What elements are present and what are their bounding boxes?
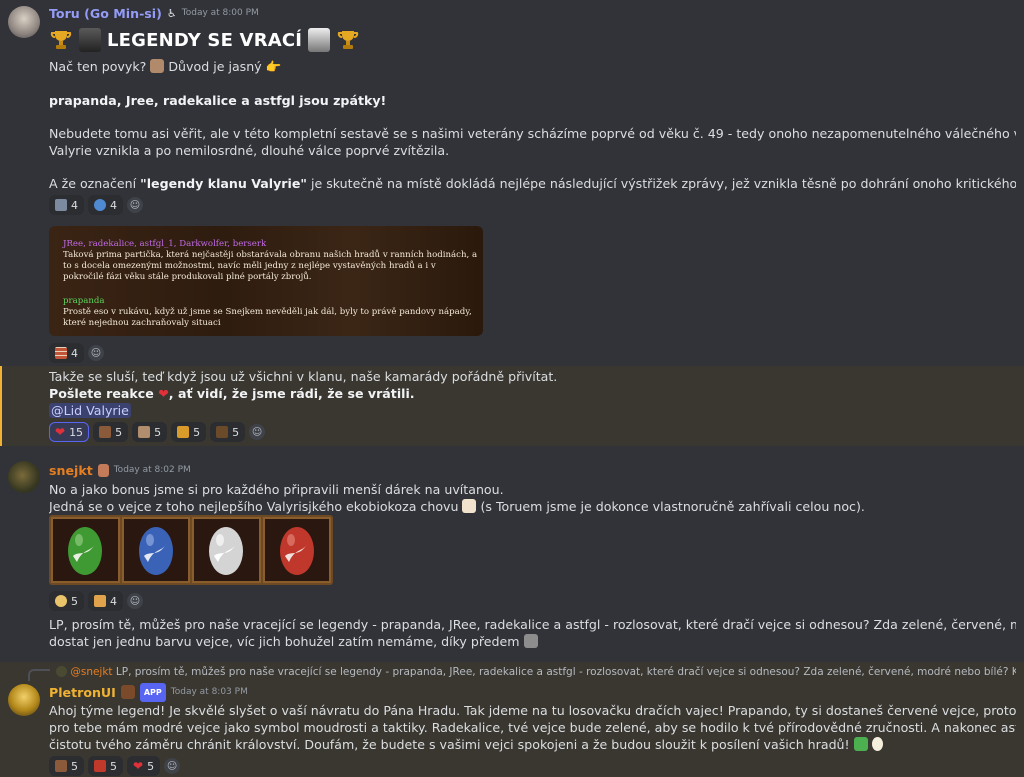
reply-avatar-icon <box>56 666 67 677</box>
portrait2-emoji-icon <box>308 28 331 52</box>
reply-connector <box>28 669 50 681</box>
paragraph-line: Jedná se o vejce z toho nejlepšího Valyr… <box>49 499 865 514</box>
trophy-icon <box>336 28 360 52</box>
avatar-pletronui[interactable] <box>8 684 40 716</box>
paragraph-line: pro tebe mám modré vejce jako symbol mou… <box>49 720 1016 735</box>
reaction-heart[interactable]: ❤ 15 <box>49 422 90 442</box>
title-text: LEGENDY SE VRACÍ <box>107 29 303 51</box>
warrior-emoji-icon <box>99 426 112 438</box>
green-egg-icon <box>68 527 103 575</box>
bot-avatar-icon <box>120 685 135 699</box>
add-reaction-button[interactable]: ☺ <box>127 593 143 609</box>
message-toru: Toru (Go Min-si) ♿ Today at 8:00 PM LEGE… <box>0 0 1024 366</box>
reaction-knight[interactable]: 5 <box>210 422 246 442</box>
pointing-hand-icon: 👉 <box>265 59 282 74</box>
white-egg-icon <box>209 527 244 575</box>
reaction-heart[interactable]: ❤ 5 <box>127 756 161 776</box>
message-header: Toru (Go Min-si) ♿ Today at 8:00 PM <box>49 3 1016 23</box>
message-pletronui: @snejkt LP, prosím tě, můžeš pro naše vr… <box>0 662 1024 777</box>
avatar-toru[interactable] <box>8 6 40 38</box>
warrior-emoji-icon <box>55 760 67 772</box>
message-header: PletronUI APP Today at 8:03 PM <box>49 682 1016 702</box>
egg-hatch-emoji-icon <box>55 595 67 607</box>
face-emoji-icon <box>150 59 165 73</box>
reaction-call-line: Pošlete reakce ❤, ať vidí, že jsme rádi,… <box>49 386 415 401</box>
reaction-egg-hatch[interactable]: 5 <box>49 591 84 611</box>
egg-cell-green <box>51 517 120 583</box>
reaction-warrior[interactable]: 5 <box>49 756 84 776</box>
reply-text: LP, prosím tě, můžeš pro naše vracející … <box>115 666 1016 678</box>
image-reactions-bar: 4 ☺ <box>49 343 104 363</box>
knight-emoji-icon <box>216 426 229 438</box>
egg-cell-white <box>192 517 261 583</box>
author-name[interactable]: Toru (Go Min-si) <box>49 5 162 22</box>
mention-highlight-block: Takže se sluší, teď když jsou už všichni… <box>0 366 1024 446</box>
reaction-wall[interactable]: 4 <box>49 343 84 363</box>
soldier-emoji-icon <box>55 199 67 211</box>
blue-egg-icon <box>138 527 173 575</box>
paragraph-line: Takže se sluší, teď když jsou už všichni… <box>49 369 558 384</box>
paragraph-line: Ahoj týme legend! Je skvělé slyšet o vaš… <box>49 703 1016 718</box>
reaction-castle[interactable]: 5 <box>88 756 123 776</box>
hand-emoji-icon <box>97 463 109 477</box>
author-name[interactable]: PletronUI <box>49 684 116 701</box>
reaction-soldier[interactable]: 4 <box>49 195 84 215</box>
heart-emoji-icon: ❤ <box>55 424 66 439</box>
message-image-quote[interactable]: JRee, radekalice, astfgl_1, Darkwolfer, … <box>49 226 483 336</box>
app-badge: APP <box>139 682 166 702</box>
portrait-emoji-icon <box>79 28 101 52</box>
timestamp: Today at 8:03 PM <box>170 686 248 697</box>
castle-emoji-icon <box>138 426 151 438</box>
add-reaction-button[interactable]: ☺ <box>249 424 266 440</box>
message-header: snejkt Today at 8:02 PM <box>49 460 1016 480</box>
chef-emoji-icon <box>462 499 477 513</box>
crown-emoji-icon <box>177 426 190 438</box>
heart-emoji-icon: ❤ <box>133 758 144 773</box>
message-title: LEGENDY SE VRACÍ <box>49 25 1016 55</box>
paragraph-line: Nebudete tomu asi věřit, ale v této komp… <box>49 126 1016 141</box>
role-mention[interactable]: @Lid Valyrie <box>49 403 131 418</box>
bold-announcement: prapanda, Jree, radekalice a astfgl jsou… <box>49 93 387 108</box>
egg-cell-blue <box>121 517 190 583</box>
add-reaction-button[interactable]: ☺ <box>88 345 104 361</box>
red-egg-icon <box>279 527 314 575</box>
paragraph-line: dostat jen jednu barvu vejce, víc jich b… <box>49 633 1016 650</box>
message-snejkt: snejkt Today at 8:02 PM No a jako bonus … <box>0 458 1024 658</box>
dragon-emoji-icon <box>853 737 868 751</box>
accessibility-icon: ♿ <box>166 6 177 20</box>
reaction-crown[interactable]: 5 <box>171 422 207 442</box>
trophy-icon <box>49 28 73 52</box>
reaction-hand[interactable]: 4 <box>88 591 123 611</box>
reaction-warrior[interactable]: 5 <box>93 422 129 442</box>
paragraph-line: No a jako bonus jsme si pro každého přip… <box>49 482 504 497</box>
dragon-eggs-image[interactable] <box>49 515 333 585</box>
reactions-bar: ❤ 15 5 5 5 5 ☺ <box>49 422 1018 442</box>
reactions-bar: 5 4 ☺ <box>49 591 143 611</box>
wall-emoji-icon <box>55 347 67 359</box>
heart-icon: ❤ <box>158 386 169 401</box>
castle-emoji-icon <box>94 760 106 772</box>
paragraph-line: čistotu tvého záměru chránit království.… <box>49 736 1016 753</box>
paragraph-line: A že označení "legendy klanu Valyrie" je… <box>49 176 1016 191</box>
timestamp: Today at 8:00 PM <box>181 7 259 18</box>
reactions-bar: 5 5 ❤ 5 ☺ <box>49 756 1016 776</box>
author-name[interactable]: snejkt <box>49 462 93 479</box>
reaction-globe[interactable]: 4 <box>88 195 123 215</box>
globe-emoji-icon <box>94 199 106 211</box>
egg-emoji-icon <box>871 737 883 751</box>
egg-cell-red <box>262 517 331 583</box>
paragraph-line: LP, prosím tě, můžeš pro naše vracející … <box>49 617 1016 632</box>
reply-author: @snejkt <box>70 666 113 678</box>
timestamp: Today at 8:02 PM <box>113 464 191 475</box>
paragraph-line: Valyrie vznikla a po nemilosrdné, dlouhé… <box>49 143 450 158</box>
intro-line: Nač ten povyk? Důvod je jasný 👉 <box>49 59 282 74</box>
avatar-snejkt[interactable] <box>8 461 40 493</box>
reply-preview[interactable]: @snejkt LP, prosím tě, můžeš pro naše vr… <box>56 664 1016 681</box>
hand-emoji-icon <box>94 595 106 607</box>
add-reaction-button[interactable]: ☺ <box>127 197 143 213</box>
cat-emoji-icon <box>523 634 538 648</box>
reactions-bar: 4 4 ☺ <box>49 195 1016 215</box>
reaction-castle[interactable]: 5 <box>132 422 168 442</box>
add-reaction-button[interactable]: ☺ <box>164 758 181 774</box>
